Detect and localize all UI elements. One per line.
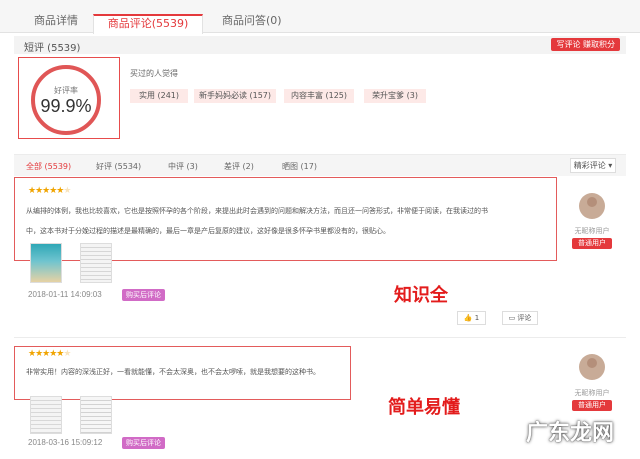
product-tabbar: 商品详情 商品评论(5539) 商品问答(0) — [0, 0, 640, 34]
product-review-page: 商品详情 商品评论(5539) 商品问答(0) 短评 (5539) 写评论 赚取… — [0, 0, 640, 459]
review-photo[interactable] — [30, 243, 62, 283]
chevron-down-icon: ▾ — [608, 161, 613, 170]
impressions-title: 买过的人觉得 — [130, 69, 178, 78]
user-level-badge: 普通用户 — [572, 238, 612, 249]
user-name: 无昵称用户 — [574, 389, 610, 397]
rating-ring: 好评率 99.9% — [31, 65, 101, 135]
user-name: 无昵称用户 — [574, 227, 610, 235]
review-divider — [14, 337, 626, 338]
review-filter-bar: 全部 (5539) 好评 (5534) 中评 (3) 差评 (2) 晒图 (17… — [14, 154, 626, 176]
review-text-line: 非常实用！内容的深浅正好，一看就能懂，不会太深奥，也不会太啰嗦，就是我想要的这种… — [26, 368, 320, 376]
sort-dropdown[interactable]: 精彩评论 ▾ — [570, 158, 616, 173]
review-photo[interactable] — [30, 396, 62, 434]
impression-tag[interactable]: 实用 (241) — [130, 89, 188, 103]
purchased-badge: 购买后评论 — [122, 289, 165, 301]
filter-photos[interactable]: 晒图 (17) — [282, 161, 317, 172]
avatar[interactable] — [579, 193, 605, 219]
comment-button[interactable]: ▭ 评论 — [502, 311, 538, 325]
impression-tag[interactable]: 内容丰富 (125) — [284, 89, 354, 103]
user-level-badge: 普通用户 — [572, 400, 612, 411]
filter-negative[interactable]: 差评 (2) — [224, 161, 254, 172]
rating-label: 好评率 — [54, 86, 78, 95]
review-photo[interactable] — [80, 243, 112, 283]
rating-value: 99.9% — [40, 96, 92, 116]
sort-label: 精彩评论 — [573, 161, 606, 170]
review-text-line: 从编排的体例，我也比较喜欢，它也是按照怀孕的各个阶段，来提出此时会遇到的问题和解… — [26, 207, 488, 215]
like-count: 1 — [474, 314, 480, 322]
filter-all[interactable]: 全部 (5539) — [26, 161, 71, 172]
tab-product-qa[interactable]: 商品问答(0) — [222, 12, 282, 28]
review-text: 非常实用！内容的深浅正好，一看就能懂，不会太深奥，也不会太啰嗦，就是我想要的这种… — [26, 362, 348, 382]
annotation-label: 简单易懂 — [388, 397, 460, 418]
tab-product-reviews[interactable]: 商品评论(5539) — [93, 14, 203, 34]
write-review-button[interactable]: 写评论 赚取积分 — [551, 38, 620, 51]
filter-neutral[interactable]: 中评 (3) — [168, 161, 198, 172]
filter-positive[interactable]: 好评 (5534) — [96, 161, 141, 172]
avatar[interactable] — [579, 354, 605, 380]
like-button[interactable]: 👍 1 — [457, 311, 486, 325]
rating-highlight-box: 好评率 99.9% — [18, 57, 120, 139]
short-review-title: 短评 (5539) — [24, 43, 81, 54]
comment-icon: ▭ — [508, 314, 516, 322]
comment-label: 评论 — [517, 314, 532, 322]
short-review-strip: 短评 (5539) 写评论 赚取积分 — [14, 36, 626, 54]
impression-tag[interactable]: 新手妈妈必读 (157) — [194, 89, 276, 103]
purchased-badge: 购买后评论 — [122, 437, 165, 449]
site-watermark: 广东龙网 — [525, 421, 614, 446]
review-date: 2018-03-16 15:09:12 — [28, 438, 103, 447]
annotation-label: 知识全 — [394, 285, 448, 306]
tab-product-details[interactable]: 商品详情 — [34, 12, 78, 28]
review-photo[interactable] — [80, 396, 112, 434]
impression-tag[interactable]: 荣升宝爹 (3) — [364, 89, 426, 103]
thumbs-up-icon: 👍 — [463, 314, 473, 322]
review-text-line: 中，这本书对于分娩过程的描述是最精确的，最后一章是产后复原的建议，这好像是很多怀… — [26, 227, 390, 235]
review-date: 2018-01-11 14:09:03 — [28, 290, 102, 299]
review-text: 从编排的体例，我也比较喜欢，它也是按照怀孕的各个阶段，来提出此时会遇到的问题和解… — [26, 201, 554, 241]
